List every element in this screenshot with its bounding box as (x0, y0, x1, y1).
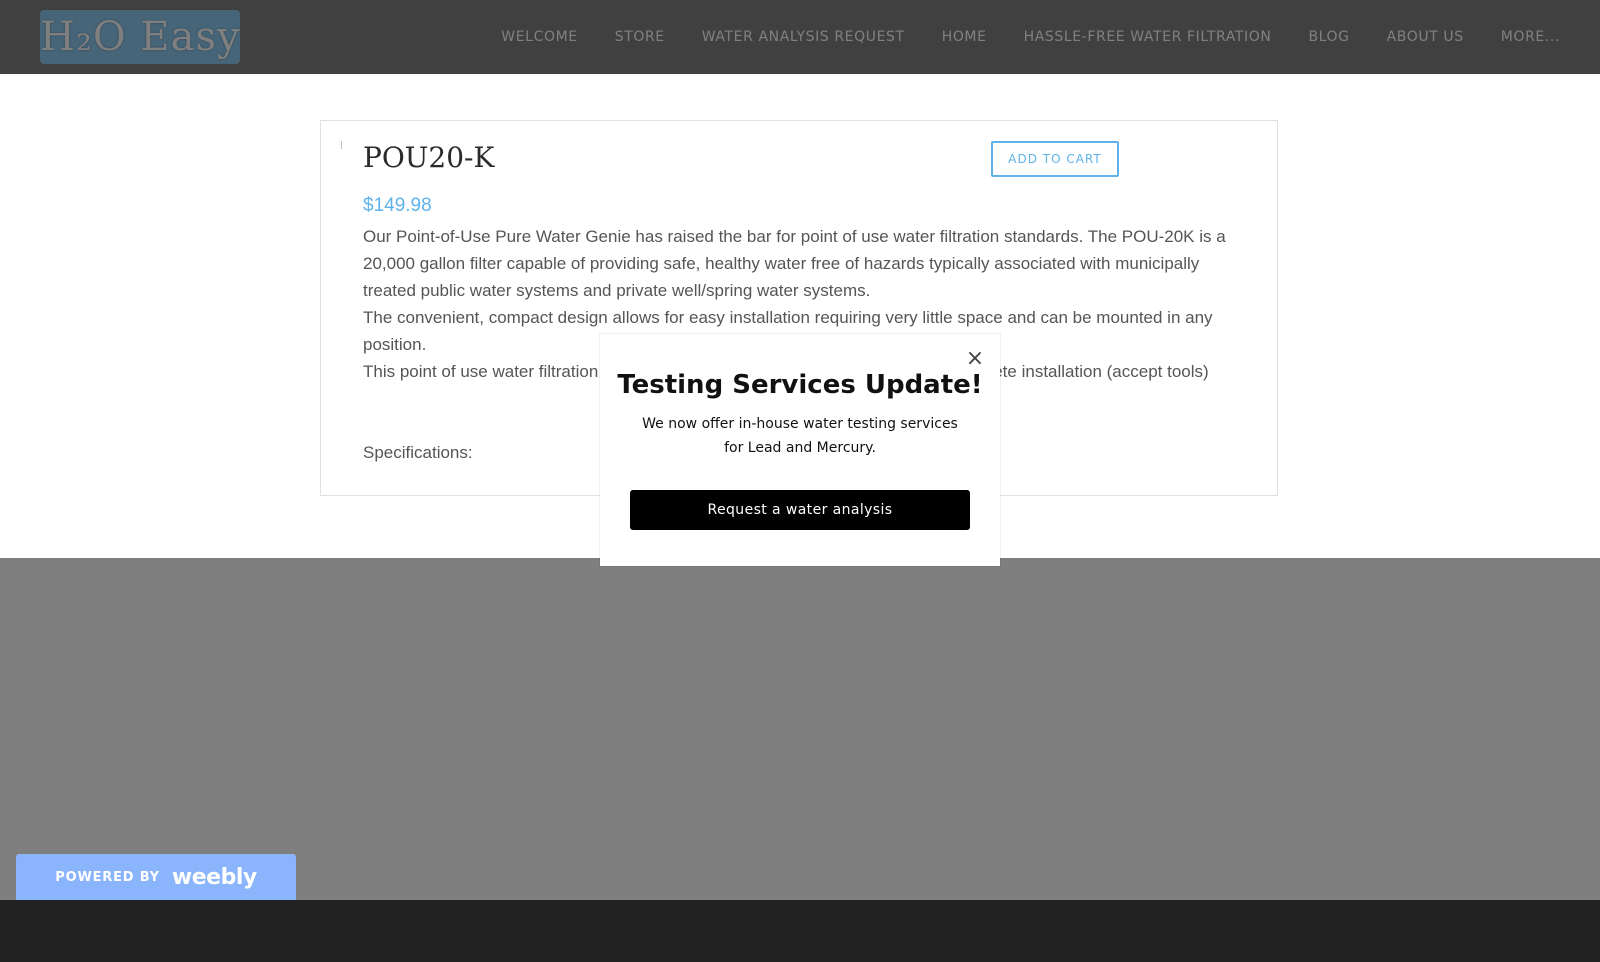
add-to-cart-button[interactable]: ADD TO CART (991, 141, 1119, 177)
product-title: POU20-K (363, 141, 495, 174)
powered-by-label: POWERED BY (55, 869, 160, 885)
modal-heading: Testing Services Update! (617, 370, 983, 400)
product-price: $149.98 (363, 195, 432, 216)
footer-bar (0, 900, 1600, 962)
close-icon[interactable]: × (964, 348, 986, 370)
modal-text: We now offer in-house water testing serv… (642, 416, 958, 456)
specifications-label: Specifications: (363, 443, 473, 462)
testing-update-modal: × Testing Services Update! We now offer … (600, 334, 1000, 566)
product-thumbnail[interactable] (341, 141, 342, 149)
request-water-analysis-button[interactable]: Request a water analysis (630, 490, 970, 530)
weebly-badge[interactable]: POWERED BY weebly (16, 854, 296, 900)
description-paragraph: Our Point-of-Use Pure Water Genie has ra… (363, 227, 1226, 300)
weebly-logo: weebly (171, 864, 257, 890)
